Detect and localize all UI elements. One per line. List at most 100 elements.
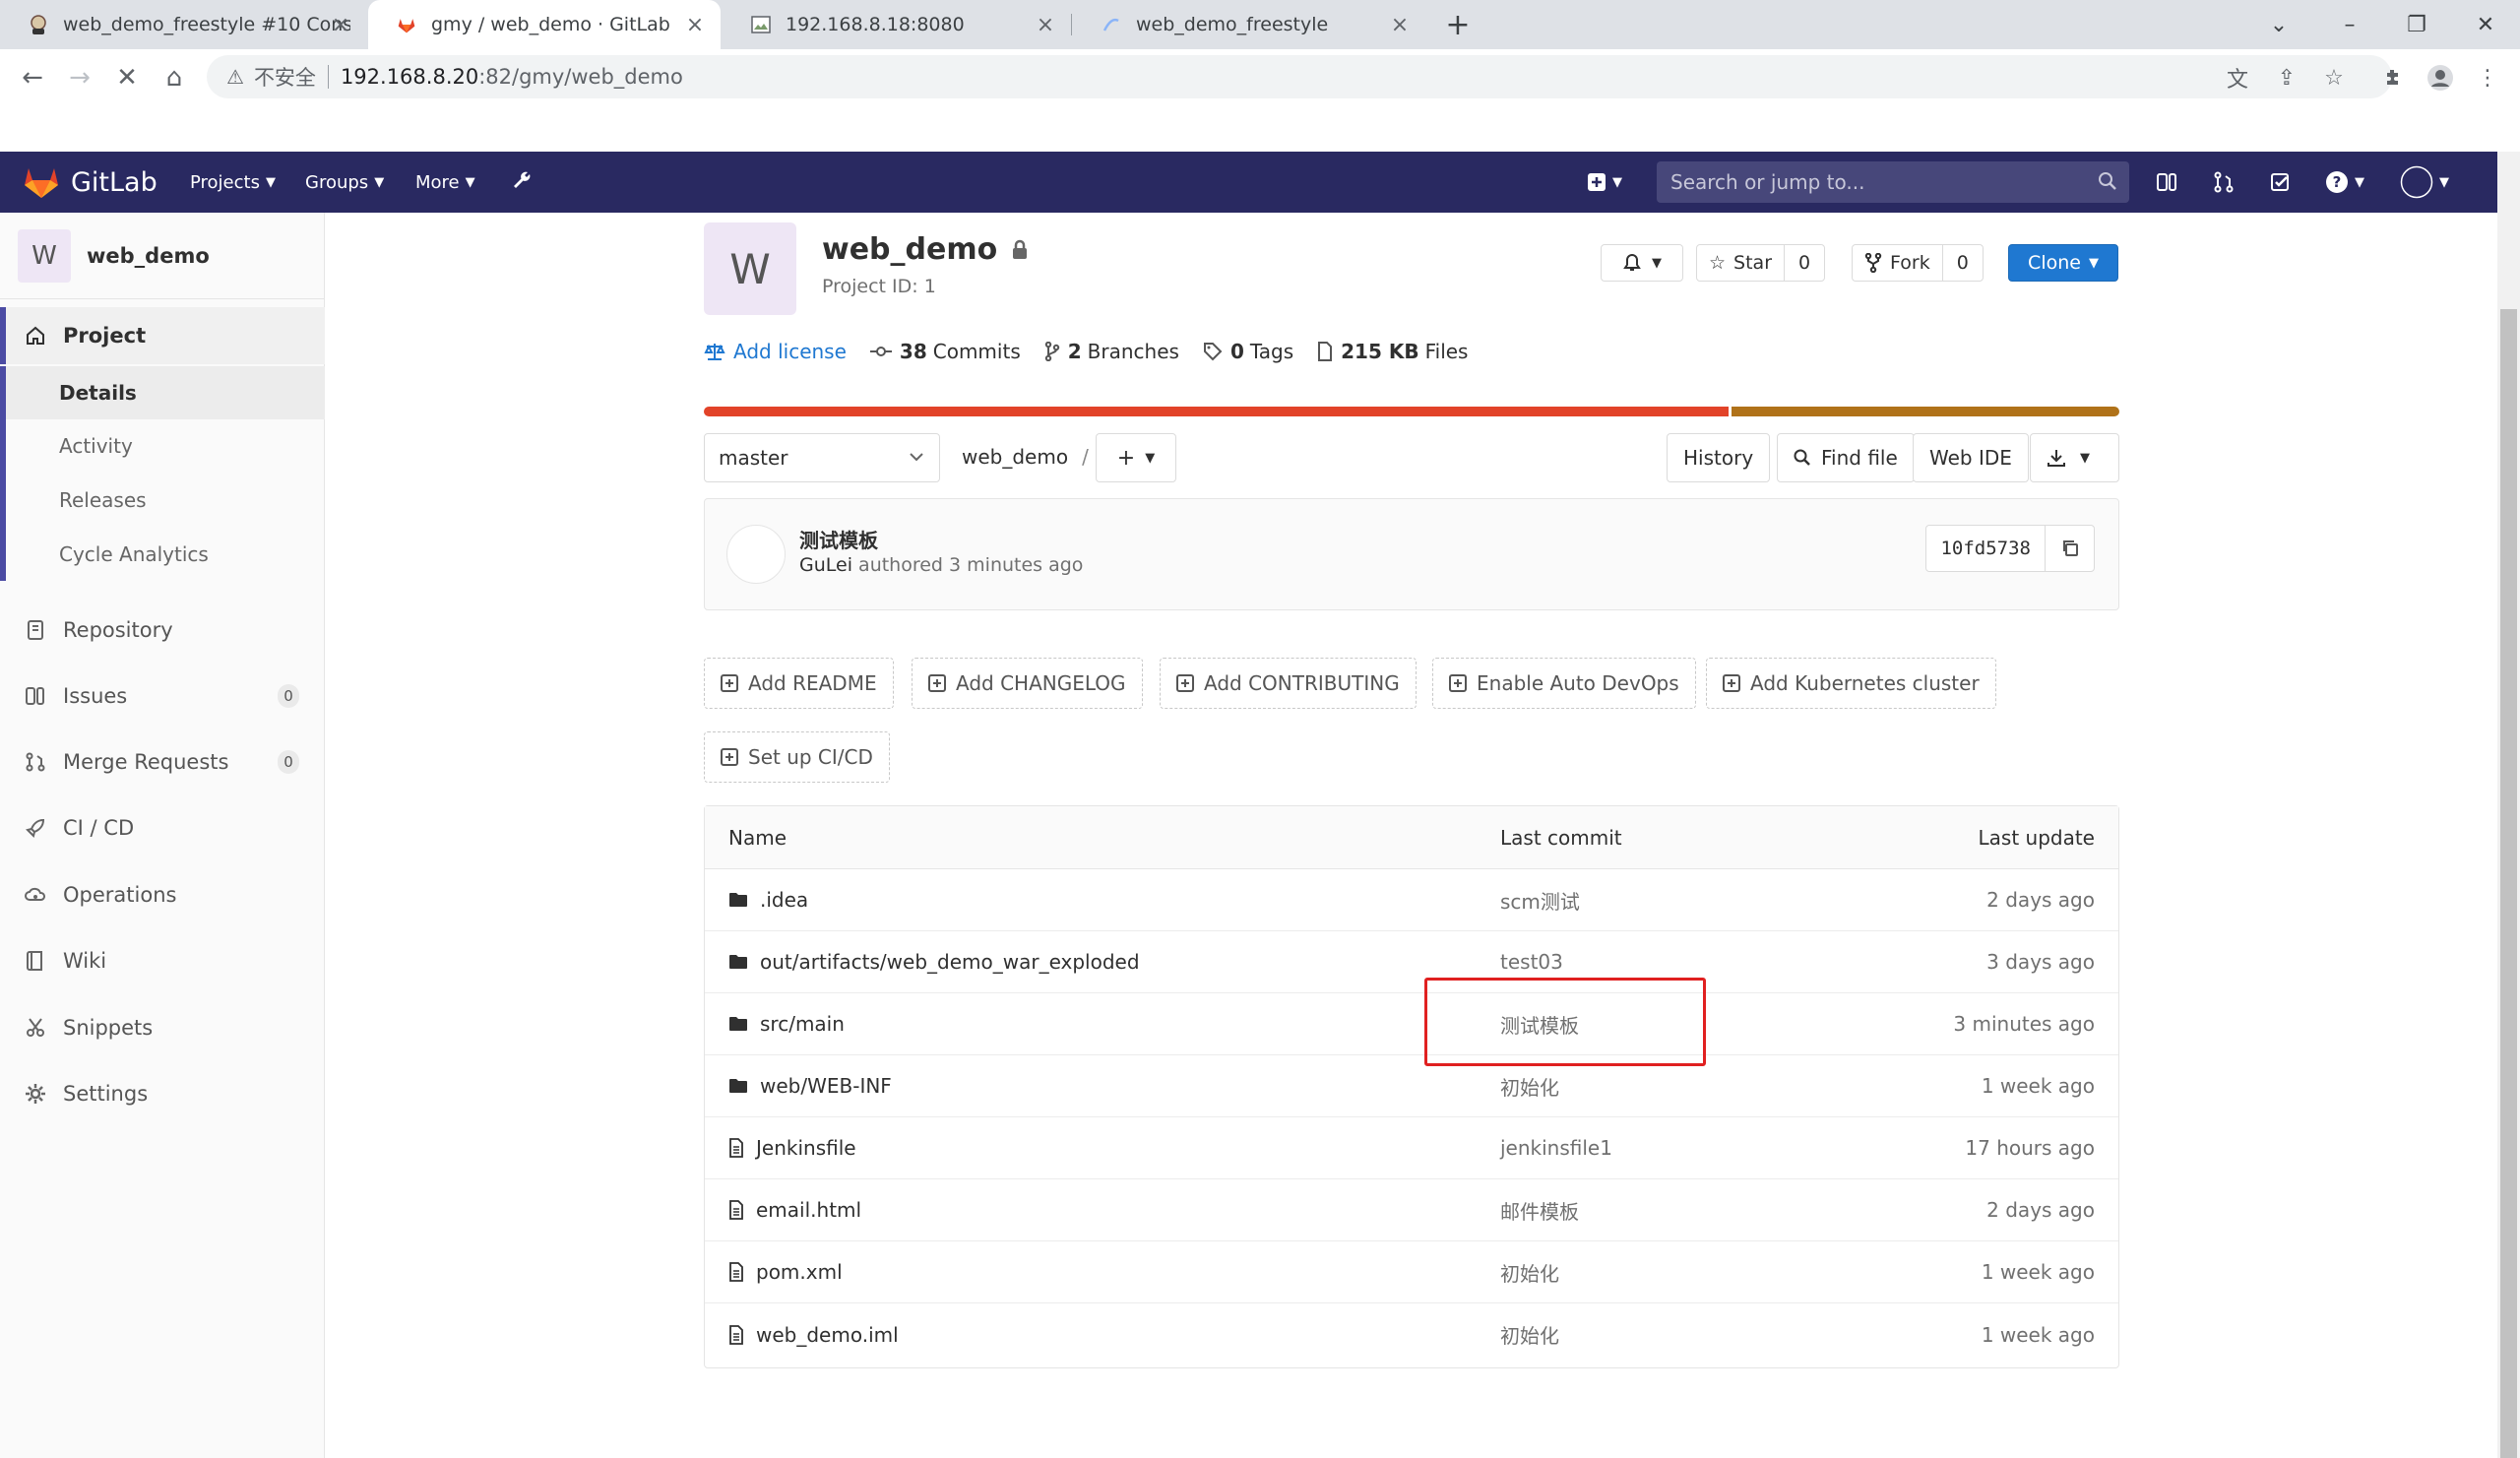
language-bar-segment[interactable] — [704, 407, 1730, 416]
file-name[interactable]: out/artifacts/web_demo_war_exploded — [760, 950, 1140, 974]
tab-close-icon[interactable]: × — [1034, 13, 1057, 37]
file-name[interactable]: web/WEB-INF — [760, 1074, 892, 1098]
scrollbar-thumb[interactable] — [2500, 309, 2517, 1458]
file-name-cell[interactable]: email.html — [728, 1179, 861, 1240]
table-row[interactable]: out/artifacts/web_demo_war_exploded test0… — [705, 931, 2118, 993]
minimize-icon[interactable]: – — [2315, 0, 2384, 49]
file-name-cell[interactable]: src/main — [728, 993, 845, 1054]
profile-icon[interactable] — [2426, 63, 2455, 93]
tab-close-icon[interactable]: × — [1388, 13, 1412, 37]
tab-gitlab[interactable]: gmy / web_demo · GitLab × — [368, 0, 721, 49]
commits-link[interactable]: 38 Commits — [869, 340, 1021, 363]
back-icon[interactable]: ← — [16, 61, 49, 95]
new-dropdown-icon[interactable]: ▼ — [1587, 167, 1622, 197]
repository-language-bar[interactable] — [704, 407, 2119, 416]
history-button[interactable]: History — [1667, 433, 1771, 482]
nav-groups[interactable]: Groups ▼ — [305, 152, 384, 213]
search-input[interactable]: Search or jump to... — [1657, 161, 2129, 203]
sidebar-subitem-cycle-analytics[interactable]: Cycle Analytics — [0, 528, 325, 581]
translate-icon[interactable]: 文 — [2223, 63, 2252, 93]
share-icon[interactable]: ⇪ — [2272, 63, 2301, 93]
table-row[interactable]: pom.xml 初始化 1 week ago — [705, 1241, 2118, 1303]
restore-icon[interactable]: ❐ — [2382, 0, 2451, 49]
star-count[interactable]: 0 — [1784, 245, 1824, 281]
language-bar-segment[interactable] — [1729, 407, 2119, 416]
table-row[interactable]: Jenkinsfile jenkinsfile1 17 hours ago — [705, 1117, 2118, 1179]
star-button[interactable]: ☆ Star 0 — [1696, 244, 1826, 282]
file-name[interactable]: email.html — [756, 1198, 861, 1222]
sidebar-item-issues[interactable]: Issues 0 — [0, 667, 325, 725]
sidebar-subitem-activity[interactable]: Activity — [0, 419, 325, 473]
tab-close-icon[interactable]: × — [683, 13, 707, 37]
last-commit-message[interactable]: test03 — [1500, 931, 1563, 992]
add-kubernetes-cluster-button[interactable]: Add Kubernetes cluster — [1706, 658, 1996, 709]
admin-wrench-icon[interactable] — [510, 152, 534, 213]
help-icon[interactable]: ? ▼ — [2325, 167, 2364, 197]
nav-more[interactable]: More ▼ — [415, 152, 475, 213]
last-commit-message[interactable]: 初始化 — [1500, 1055, 1559, 1116]
sidebar-subitem-releases[interactable]: Releases — [0, 474, 325, 527]
browser-menu-icon[interactable]: ⋮ — [2473, 63, 2502, 93]
fork-count[interactable]: 0 — [1941, 245, 1983, 281]
sidebar-item-ci-cd[interactable]: CI / CD — [0, 799, 325, 856]
branches-link[interactable]: 2 Branches — [1044, 340, 1179, 363]
commit-sha[interactable]: 10fd5738 — [1926, 538, 2045, 559]
tab-web-demo-freestyle[interactable]: web_demo_freestyle × — [1073, 0, 1425, 49]
sidebar-item-snippets[interactable]: Snippets — [0, 999, 325, 1056]
add-to-tree-button[interactable]: + ▼ — [1096, 433, 1176, 482]
last-commit-message[interactable]: 邮件模板 — [1500, 1179, 1579, 1240]
add-changelog-button[interactable]: Add CHANGELOG — [912, 658, 1143, 709]
stop-loading-icon[interactable]: ✕ — [110, 61, 144, 95]
enable-auto-devops-button[interactable]: Enable Auto DevOps — [1432, 658, 1696, 709]
sidebar-item-settings[interactable]: Settings — [0, 1065, 325, 1122]
sidebar-project-header[interactable]: W web_demo — [0, 213, 325, 299]
todos-icon[interactable] — [2270, 167, 2292, 197]
breadcrumb-project[interactable]: web_demo — [962, 445, 1068, 469]
sidebar-item-operations[interactable]: Operations — [0, 866, 325, 923]
web-ide-button[interactable]: Web IDE — [1913, 433, 2029, 482]
last-commit-message[interactable]: jenkinsfile1 — [1500, 1117, 1612, 1178]
file-name-cell[interactable]: Jenkinsfile — [728, 1117, 856, 1178]
close-window-icon[interactable]: ✕ — [2451, 0, 2520, 49]
notifications-button[interactable]: ▼ — [1601, 244, 1683, 282]
page-scrollbar[interactable] — [2497, 152, 2520, 1458]
commit-title[interactable]: 测试模板 — [799, 525, 878, 553]
tab-jenkins-console[interactable]: web_demo_freestyle #10 Cons × — [0, 0, 366, 49]
branch-selector[interactable]: master — [704, 433, 940, 482]
last-commit-message[interactable]: scm测试 — [1500, 869, 1580, 930]
add-readme-button[interactable]: Add README — [704, 658, 894, 709]
nav-projects[interactable]: Projects ▼ — [190, 152, 276, 213]
copy-icon[interactable] — [2045, 526, 2094, 571]
sidebar-item-repository[interactable]: Repository — [0, 602, 325, 659]
sidebar-item-wiki[interactable]: Wiki — [0, 932, 325, 989]
extensions-icon[interactable] — [2378, 63, 2408, 93]
fork-button[interactable]: Fork 0 — [1852, 244, 1984, 282]
file-name[interactable]: web_demo.iml — [756, 1323, 899, 1347]
add-license-link[interactable]: Add license — [704, 340, 847, 363]
gitlab-home-link[interactable]: GitLab — [24, 165, 158, 199]
sidebar-item-project[interactable]: Project — [0, 307, 325, 364]
sidebar-item-merge-requests[interactable]: Merge Requests 0 — [0, 733, 325, 791]
author-avatar[interactable] — [726, 525, 786, 584]
file-name-cell[interactable]: out/artifacts/web_demo_war_exploded — [728, 931, 1140, 992]
address-bar[interactable]: ⚠ 不安全 192.168.8.20 :82/gmy/web_demo — [207, 55, 2392, 98]
user-avatar-icon[interactable]: ▼ — [2400, 165, 2449, 199]
commit-author[interactable]: GuLei — [799, 554, 852, 576]
last-commit-message[interactable]: 测试模板 — [1500, 993, 1579, 1054]
tab-search-chevron-icon[interactable]: ⌄ — [2244, 0, 2313, 49]
last-commit-message[interactable]: 初始化 — [1500, 1303, 1559, 1365]
tab-close-icon[interactable]: × — [329, 13, 352, 37]
find-file-button[interactable]: Find file — [1777, 433, 1915, 482]
bookmark-star-icon[interactable]: ☆ — [2319, 63, 2349, 93]
table-row[interactable]: email.html 邮件模板 2 days ago — [705, 1179, 2118, 1241]
file-name[interactable]: pom.xml — [756, 1260, 843, 1284]
file-name-cell[interactable]: web/WEB-INF — [728, 1055, 892, 1116]
tags-link[interactable]: 0 Tags — [1203, 340, 1293, 363]
download-button[interactable]: ▼ — [2030, 433, 2119, 482]
forward-icon[interactable]: → — [63, 61, 96, 95]
tab-jenkins-home[interactable]: 192.168.8.18:8080 × — [723, 0, 1071, 49]
set-up-ci-cd-button[interactable]: Set up CI/CD — [704, 731, 890, 783]
table-row[interactable]: web_demo.iml 初始化 1 week ago — [705, 1303, 2118, 1365]
issues-icon[interactable] — [2156, 167, 2177, 197]
file-name-cell[interactable]: web_demo.iml — [728, 1303, 899, 1365]
